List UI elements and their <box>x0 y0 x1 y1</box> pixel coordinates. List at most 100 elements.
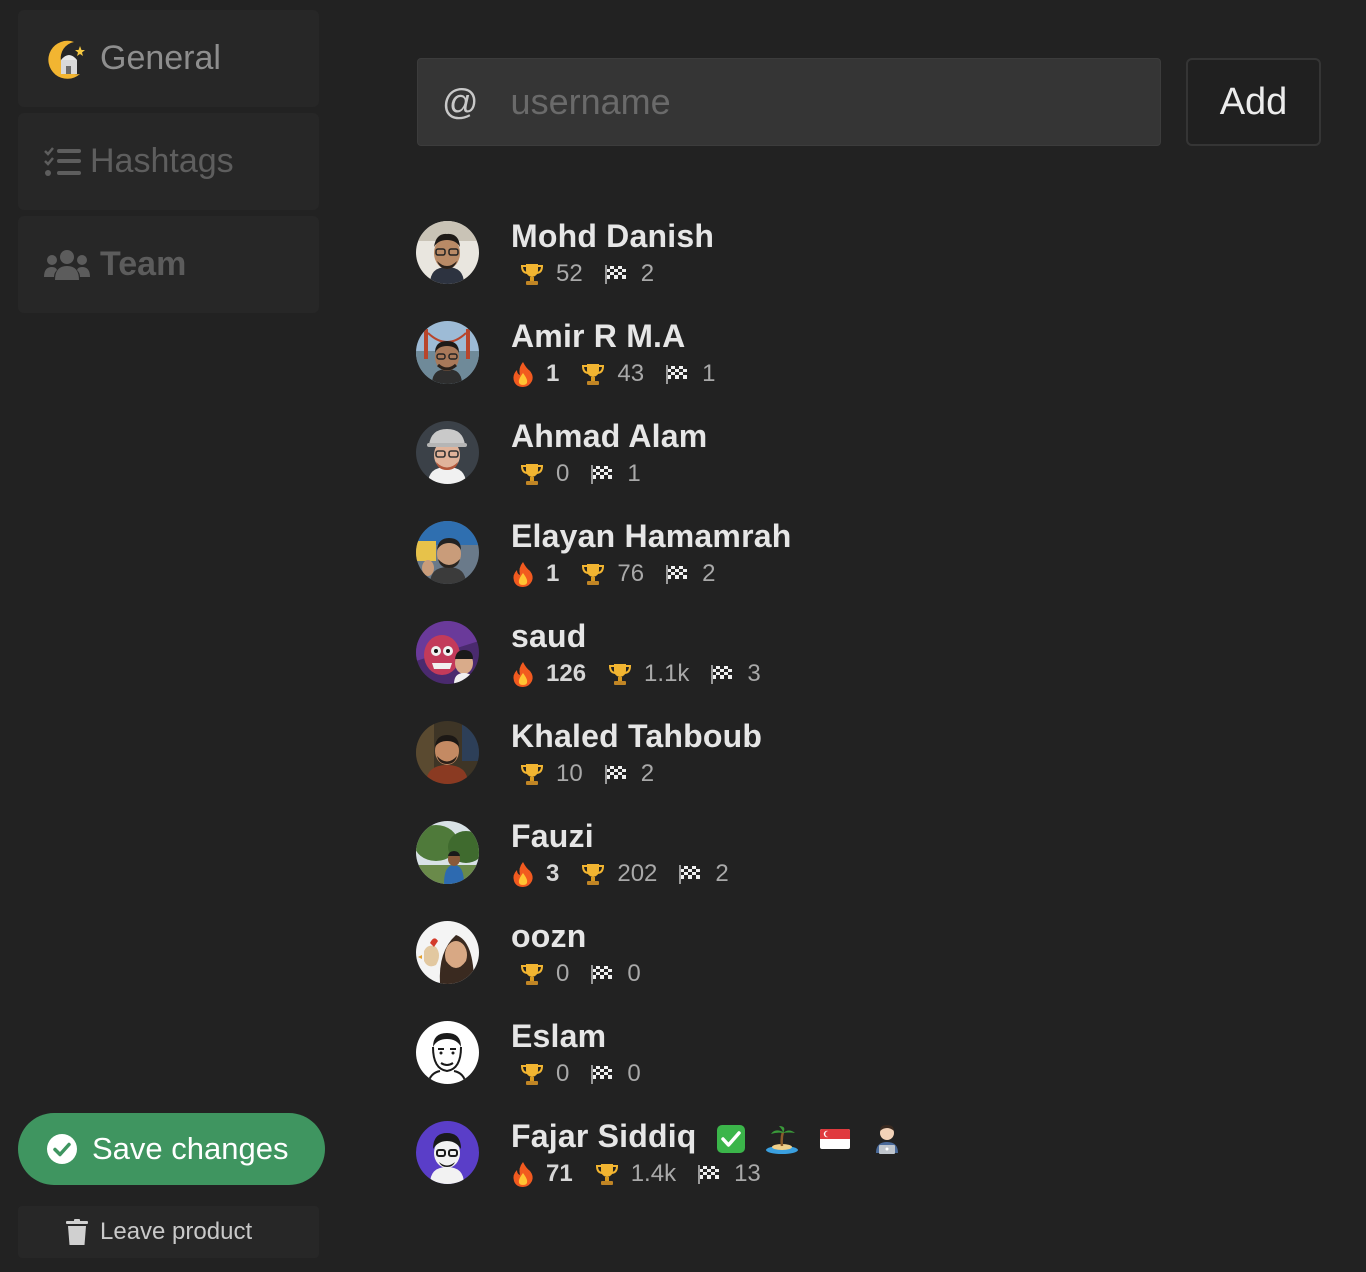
launch-count: 2 <box>715 860 729 887</box>
singapore-flag-icon <box>818 1126 852 1152</box>
trophy-count: 0 <box>556 1060 570 1087</box>
avatar[interactable] <box>416 521 479 584</box>
trophy-stat: 0 <box>520 960 569 988</box>
member-stats: 1 76 2 <box>512 560 737 588</box>
streak-count: 1 <box>546 560 560 587</box>
username-input[interactable] <box>508 80 1113 124</box>
list-item[interactable]: Khaled Tahboub 10 2 <box>416 718 1316 820</box>
checkered-flag-icon <box>591 965 613 984</box>
trophy-icon <box>520 264 544 285</box>
checkered-flag-icon <box>591 1065 613 1084</box>
member-name[interactable]: Eslam <box>511 1018 606 1055</box>
trophy-icon <box>582 564 605 585</box>
launch-count: 0 <box>627 960 641 987</box>
launch-stat: 2 <box>604 260 655 288</box>
checkered-flag-icon <box>698 1165 720 1184</box>
trophy-stat: 202 <box>581 860 657 888</box>
launch-count: 2 <box>702 560 716 587</box>
avatar[interactable] <box>416 921 479 984</box>
checkered-flag-icon <box>666 565 688 584</box>
member-name[interactable]: Fauzi <box>511 818 594 855</box>
member-stats: 10 2 <box>512 760 676 788</box>
list-item[interactable]: Ahmad Alam 0 1 <box>416 418 1316 520</box>
trophy-stat: 76 <box>581 560 644 588</box>
username-field[interactable]: @ <box>417 58 1161 146</box>
streak-count: 3 <box>546 860 560 887</box>
users-icon <box>44 249 90 281</box>
streak-stat: 1 <box>512 360 559 388</box>
avatar[interactable] <box>416 421 479 484</box>
checkered-flag-icon <box>711 665 733 684</box>
leave-product-button[interactable]: Leave product <box>18 1206 319 1258</box>
list-item[interactable]: oozn 0 0 <box>416 918 1316 1020</box>
technologist-icon <box>871 1123 903 1155</box>
fire-icon <box>513 362 533 387</box>
member-stats: 71 1.4k 13 <box>512 1160 783 1188</box>
launch-count: 0 <box>627 1060 641 1087</box>
member-name[interactable]: Amir R M.A <box>511 318 685 355</box>
sidebar-item-general[interactable]: General <box>18 10 319 107</box>
check-circle-icon <box>46 1133 78 1165</box>
member-name[interactable]: Ahmad Alam <box>511 418 707 455</box>
leave-product-label: Leave product <box>100 1218 253 1245</box>
streak-stat: 3 <box>512 860 559 888</box>
avatar[interactable] <box>416 821 479 884</box>
avatar[interactable] <box>416 1121 479 1184</box>
trophy-count: 10 <box>556 760 583 787</box>
member-name[interactable]: Fajar Siddiq <box>511 1118 903 1155</box>
member-name[interactable]: Khaled Tahboub <box>511 718 762 755</box>
trophy-icon <box>520 464 544 485</box>
member-name[interactable]: Elayan Hamamrah <box>511 518 791 555</box>
member-stats: 0 0 <box>512 960 663 988</box>
add-button[interactable]: Add <box>1186 58 1321 146</box>
streak-stat: 126 <box>512 660 586 688</box>
sidebar-item-team[interactable]: Team <box>18 216 319 313</box>
member-stats: 126 1.1k 3 <box>512 660 783 688</box>
streak-count: 1 <box>546 360 560 387</box>
member-name-text: Fajar Siddiq <box>511 1118 697 1154</box>
member-stats: 1 43 1 <box>512 360 737 388</box>
checkered-flag-icon <box>604 765 626 784</box>
team-member-list: Mohd Danish 52 2 Amir R M.A 1 43 1 Ahmad… <box>416 218 1316 1220</box>
streak-stat: 1 <box>512 560 559 588</box>
trophy-stat: 10 <box>520 760 583 788</box>
checkered-flag-icon <box>679 865 701 884</box>
launch-stat: 2 <box>679 860 729 888</box>
list-item[interactable]: Fauzi 3 202 2 <box>416 818 1316 920</box>
list-item[interactable]: Amir R M.A 1 43 1 <box>416 318 1316 420</box>
avatar[interactable] <box>416 221 479 284</box>
launch-stat: 2 <box>666 560 715 588</box>
trophy-count: 202 <box>617 860 658 887</box>
list-item[interactable]: Mohd Danish 52 2 <box>416 218 1316 320</box>
list-item[interactable]: Elayan Hamamrah 1 76 2 <box>416 518 1316 620</box>
member-name[interactable]: oozn <box>511 918 586 955</box>
save-button[interactable]: Save changes <box>18 1113 325 1185</box>
trophy-count: 43 <box>617 360 645 387</box>
launch-count: 2 <box>640 260 655 287</box>
avatar[interactable] <box>416 621 479 684</box>
trophy-stat: 1.1k <box>608 660 689 688</box>
member-name[interactable]: Mohd Danish <box>511 218 714 255</box>
avatar[interactable] <box>416 721 479 784</box>
list-item[interactable]: Fajar Siddiq 71 1.4k 13 <box>416 1118 1316 1220</box>
trophy-stat: 1.4k <box>595 1160 676 1188</box>
trophy-stat: 0 <box>520 460 569 488</box>
fire-icon <box>513 1162 533 1187</box>
list-item[interactable]: Eslam 0 0 <box>416 1018 1316 1120</box>
sidebar-item-hashtags[interactable]: Hashtags <box>18 113 319 210</box>
member-stats: 3 202 2 <box>512 860 751 888</box>
launch-stat: 1 <box>591 460 641 488</box>
list-item[interactable]: saud 126 1.1k 3 <box>416 618 1316 720</box>
avatar[interactable] <box>416 321 479 384</box>
member-name[interactable]: saud <box>511 618 587 655</box>
moon-mosque-icon <box>44 36 90 82</box>
sidebar-item-label: General <box>100 39 221 77</box>
fire-icon <box>513 562 533 587</box>
save-button-label: Save changes <box>92 1131 289 1166</box>
member-stats: 0 1 <box>512 460 663 488</box>
sidebar: General Hashtags Team <box>18 10 319 319</box>
checkered-flag-icon <box>604 265 626 284</box>
launch-count: 13 <box>734 1160 761 1187</box>
launch-count: 2 <box>640 760 655 787</box>
avatar[interactable] <box>416 1021 479 1084</box>
